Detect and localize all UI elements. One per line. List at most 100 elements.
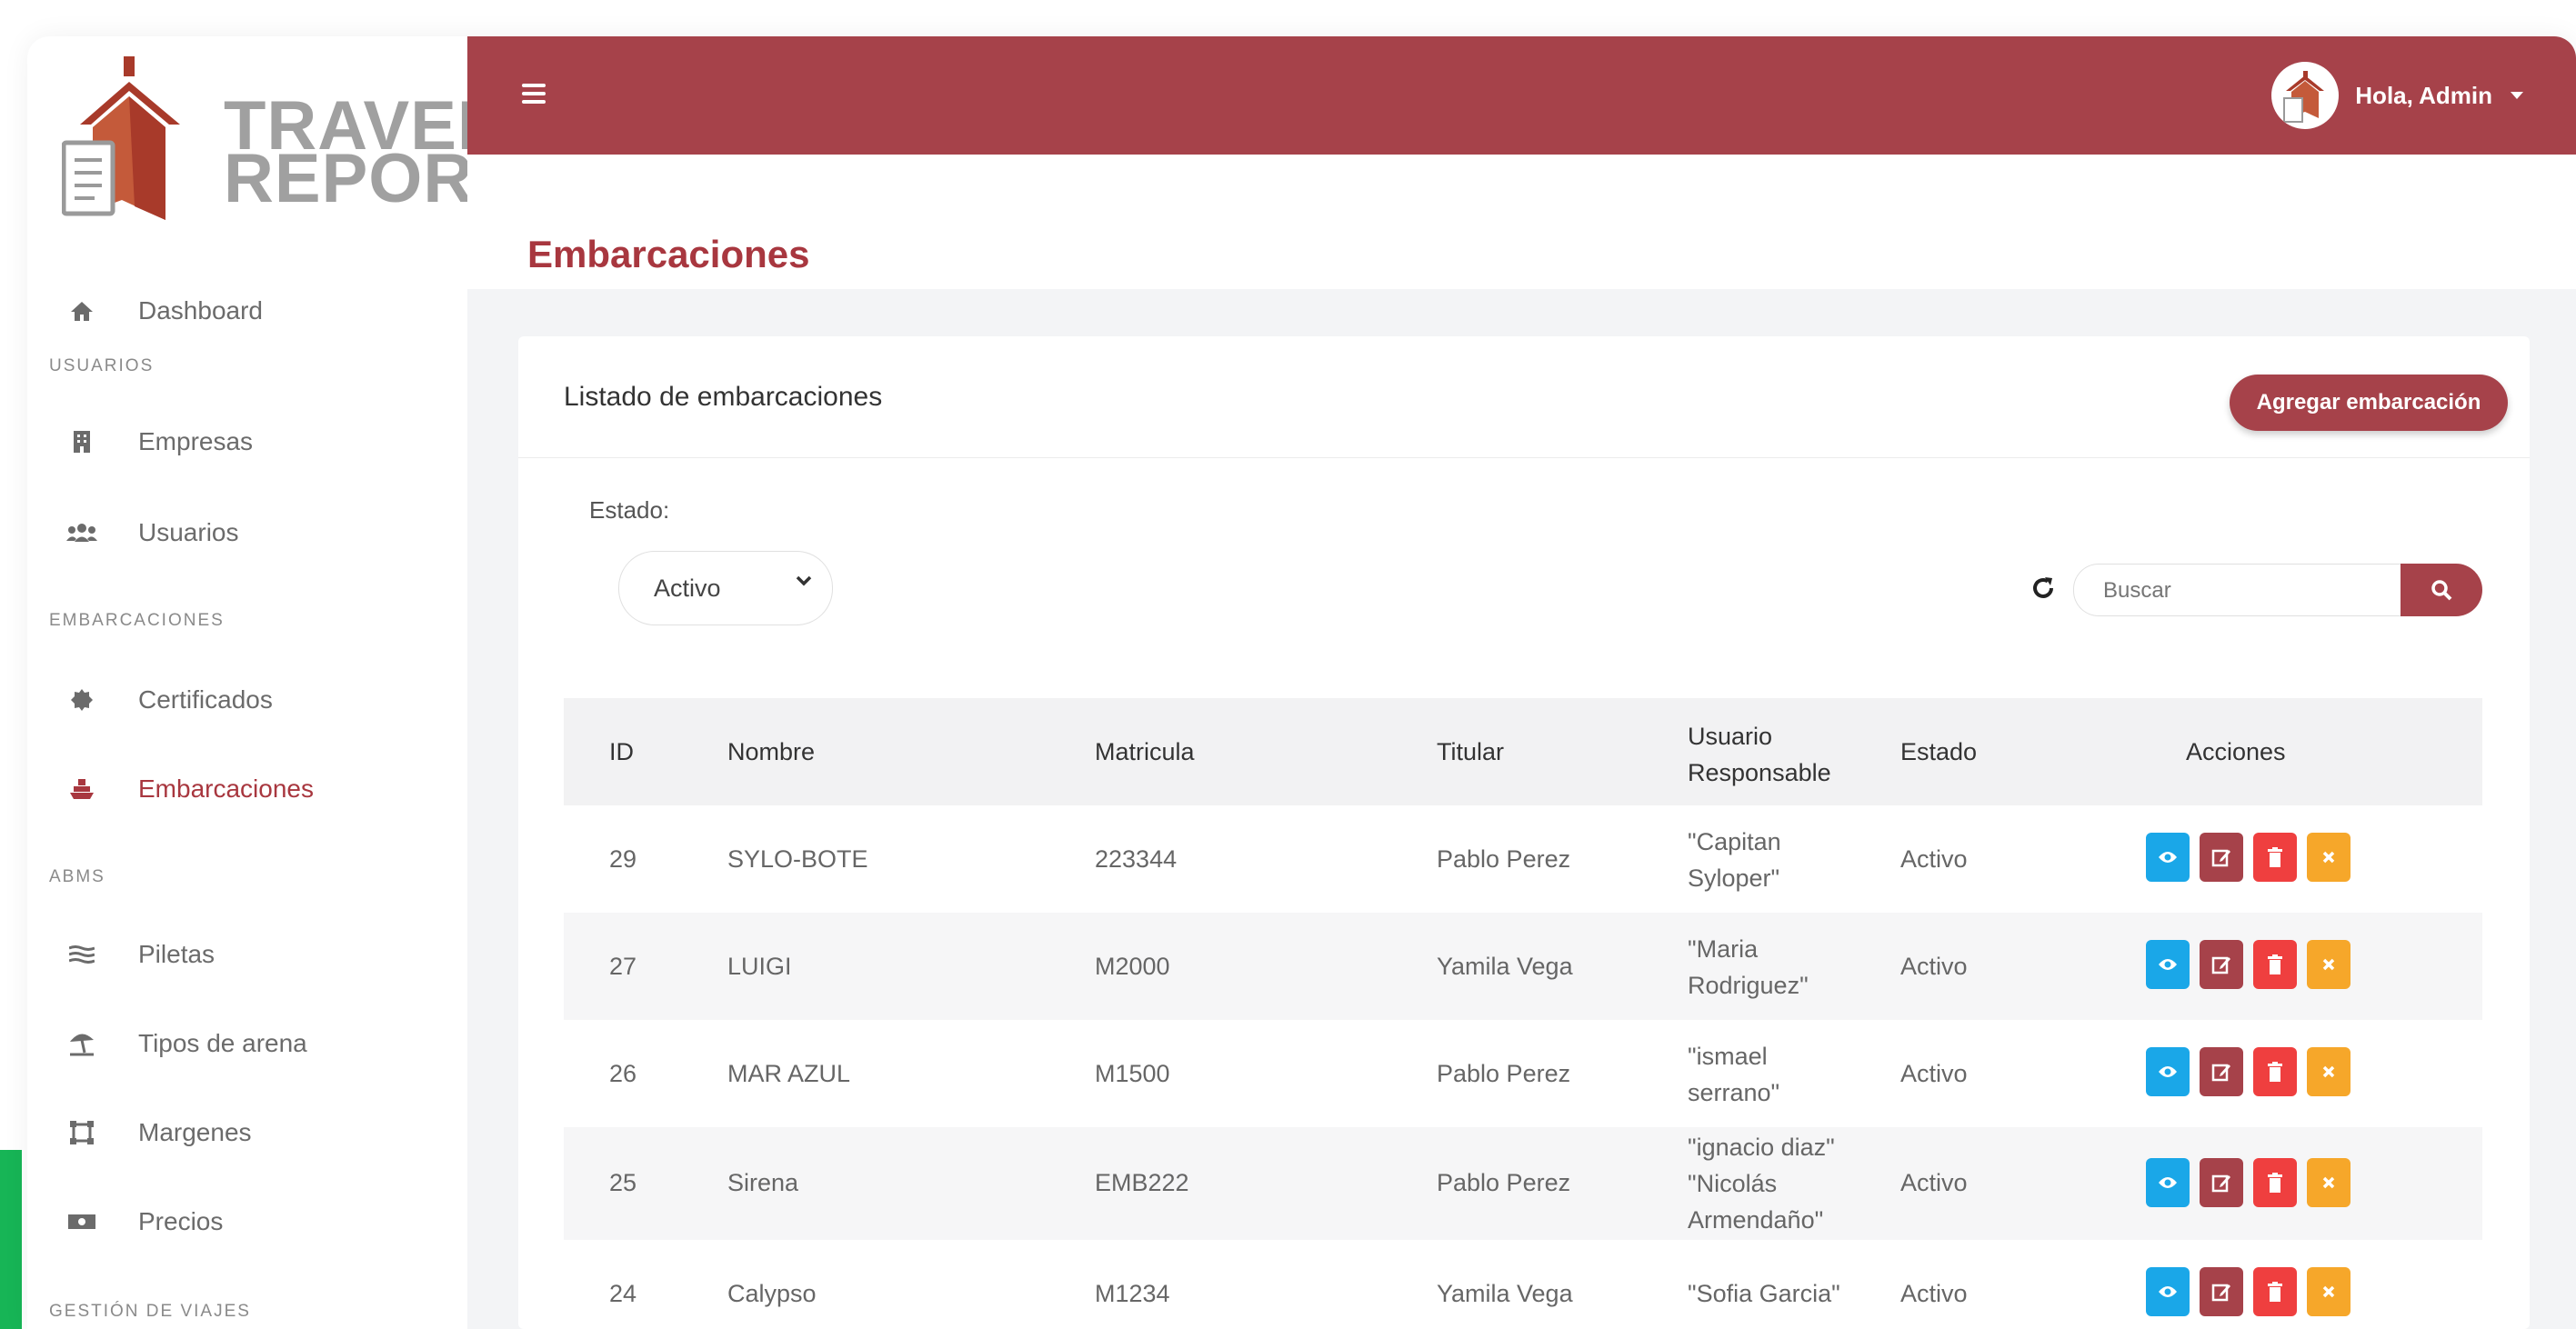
sidebar-item-tipos-de-arena[interactable]: Tipos de arena bbox=[27, 1011, 467, 1076]
add-embarcacion-button[interactable]: Agregar embarcación bbox=[2230, 375, 2508, 431]
sidebar-item-piletas[interactable]: Piletas bbox=[27, 922, 467, 987]
cell-nombre: SYLO-BOTE bbox=[727, 845, 868, 873]
logo[interactable]: TRAVEL REPORT bbox=[62, 56, 516, 247]
sidebar-item-label: Margenes bbox=[138, 1118, 252, 1146]
deactivate-button[interactable] bbox=[2307, 1047, 2350, 1096]
estado-filter-label: Estado: bbox=[589, 496, 670, 524]
cell-id: 26 bbox=[609, 1060, 637, 1087]
certificate-icon bbox=[65, 684, 98, 716]
delete-button[interactable] bbox=[2253, 1158, 2297, 1207]
column-header-estado[interactable]: Estado bbox=[1900, 738, 1977, 766]
hamburger-menu-icon[interactable] bbox=[522, 84, 546, 104]
deactivate-button[interactable] bbox=[2307, 940, 2350, 989]
sidebar-item-empresas[interactable]: Empresas bbox=[27, 409, 467, 475]
sidebar-item-margenes[interactable]: Margenes bbox=[27, 1100, 467, 1165]
cell-id: 27 bbox=[609, 953, 637, 980]
ship-logo-icon bbox=[62, 56, 180, 220]
column-header-usuario-responsable[interactable]: Usuario Responsable bbox=[1688, 718, 1860, 791]
cell-responsable-line: "Sofia Garcia" bbox=[1688, 1280, 1840, 1307]
column-header-matricula[interactable]: Matricula bbox=[1095, 738, 1195, 766]
trash-icon bbox=[2268, 847, 2282, 867]
view-button[interactable] bbox=[2146, 940, 2190, 989]
row-actions bbox=[2146, 1158, 2350, 1207]
home-icon bbox=[65, 295, 98, 327]
border-icon bbox=[65, 1116, 98, 1149]
cell-responsable: "ismael serrano" bbox=[1688, 1038, 1779, 1111]
close-icon bbox=[2322, 1065, 2335, 1078]
user-menu[interactable]: Hola, Admin bbox=[2271, 62, 2523, 129]
deactivate-button[interactable] bbox=[2307, 833, 2350, 882]
deactivate-button[interactable] bbox=[2307, 1158, 2350, 1207]
delete-button[interactable] bbox=[2253, 1267, 2297, 1316]
cell-titular: Yamila Vega bbox=[1437, 1280, 1573, 1307]
row-actions bbox=[2146, 940, 2350, 989]
cell-responsable-line: "Nicolás bbox=[1688, 1170, 1778, 1197]
sidebar-item-label: Piletas bbox=[138, 940, 216, 968]
embarcaciones-table: ID Nombre Matricula Titular Usuario Resp… bbox=[564, 698, 2482, 1329]
deactivate-button[interactable] bbox=[2307, 1267, 2350, 1316]
row-actions bbox=[2146, 1267, 2350, 1316]
search-icon bbox=[2431, 580, 2452, 601]
close-icon bbox=[2322, 1285, 2335, 1298]
cell-estado: Activo bbox=[1900, 953, 1968, 980]
edit-icon bbox=[2211, 956, 2230, 974]
search-input[interactable] bbox=[2101, 575, 2378, 606]
edit-icon bbox=[2211, 849, 2230, 867]
edit-button[interactable] bbox=[2200, 1047, 2243, 1096]
sidebar-item-usuarios[interactable]: Usuarios bbox=[27, 500, 467, 565]
view-button[interactable] bbox=[2146, 833, 2190, 882]
cell-nombre: Sirena bbox=[727, 1169, 799, 1196]
refresh-icon[interactable] bbox=[2030, 575, 2057, 602]
listing-card: Listado de embarcaciones Agregar embarca… bbox=[518, 336, 2530, 1329]
delete-button[interactable] bbox=[2253, 940, 2297, 989]
trash-icon bbox=[2268, 954, 2282, 974]
row-actions bbox=[2146, 833, 2350, 882]
column-header-id[interactable]: ID bbox=[609, 738, 634, 766]
water-icon bbox=[65, 938, 98, 971]
sidebar-item-certificados[interactable]: Certificados bbox=[27, 667, 467, 733]
table-row: 26 MAR AZUL M1500 Pablo Perez "ismael se… bbox=[564, 1020, 2482, 1127]
sidebar-item-precios[interactable]: Precios bbox=[27, 1189, 467, 1254]
cell-responsable: "Sofia Garcia" bbox=[1688, 1280, 1840, 1308]
cell-matricula: 223344 bbox=[1095, 845, 1178, 873]
edit-icon bbox=[2211, 1174, 2230, 1193]
column-header-titular[interactable]: Titular bbox=[1437, 738, 1504, 766]
cell-matricula: M1234 bbox=[1095, 1280, 1170, 1307]
left-edge-strip bbox=[0, 1150, 22, 1329]
sidebar-item-label: Usuarios bbox=[138, 518, 239, 546]
search-field bbox=[2073, 564, 2401, 616]
view-button[interactable] bbox=[2146, 1267, 2190, 1316]
cell-nombre: Calypso bbox=[727, 1280, 817, 1307]
cell-estado: Activo bbox=[1900, 1280, 1968, 1307]
card-title: Listado de embarcaciones bbox=[564, 382, 883, 412]
cell-titular: Pablo Perez bbox=[1437, 1060, 1571, 1087]
cell-nombre: LUIGI bbox=[727, 953, 792, 980]
cell-estado: Activo bbox=[1900, 845, 1968, 873]
money-icon bbox=[65, 1205, 98, 1238]
cell-matricula: M2000 bbox=[1095, 953, 1170, 980]
chevron-down-icon bbox=[796, 575, 812, 586]
column-header-nombre[interactable]: Nombre bbox=[727, 738, 815, 766]
view-button[interactable] bbox=[2146, 1158, 2190, 1207]
edit-button[interactable] bbox=[2200, 833, 2243, 882]
cell-matricula: EMB222 bbox=[1095, 1169, 1189, 1196]
eye-icon bbox=[2159, 959, 2177, 970]
estado-select[interactable]: Activo bbox=[618, 551, 833, 625]
sidebar-item-dashboard[interactable]: Dashboard bbox=[27, 278, 467, 344]
view-button[interactable] bbox=[2146, 1047, 2190, 1096]
cell-responsable-line: serrano" bbox=[1688, 1079, 1780, 1106]
cell-nombre: MAR AZUL bbox=[727, 1060, 851, 1087]
cell-matricula: M1500 bbox=[1095, 1060, 1170, 1087]
delete-button[interactable] bbox=[2253, 833, 2297, 882]
sidebar-item-embarcaciones[interactable]: Embarcaciones bbox=[27, 756, 467, 822]
cell-estado: Activo bbox=[1900, 1169, 1968, 1196]
edit-button[interactable] bbox=[2200, 1267, 2243, 1316]
eye-icon bbox=[2159, 1286, 2177, 1297]
card-header: Listado de embarcaciones Agregar embarca… bbox=[518, 336, 2530, 458]
delete-button[interactable] bbox=[2253, 1047, 2297, 1096]
edit-button[interactable] bbox=[2200, 940, 2243, 989]
trash-icon bbox=[2268, 1062, 2282, 1082]
search-button[interactable] bbox=[2401, 564, 2482, 616]
edit-button[interactable] bbox=[2200, 1158, 2243, 1207]
estado-select-value: Activo bbox=[654, 574, 721, 602]
